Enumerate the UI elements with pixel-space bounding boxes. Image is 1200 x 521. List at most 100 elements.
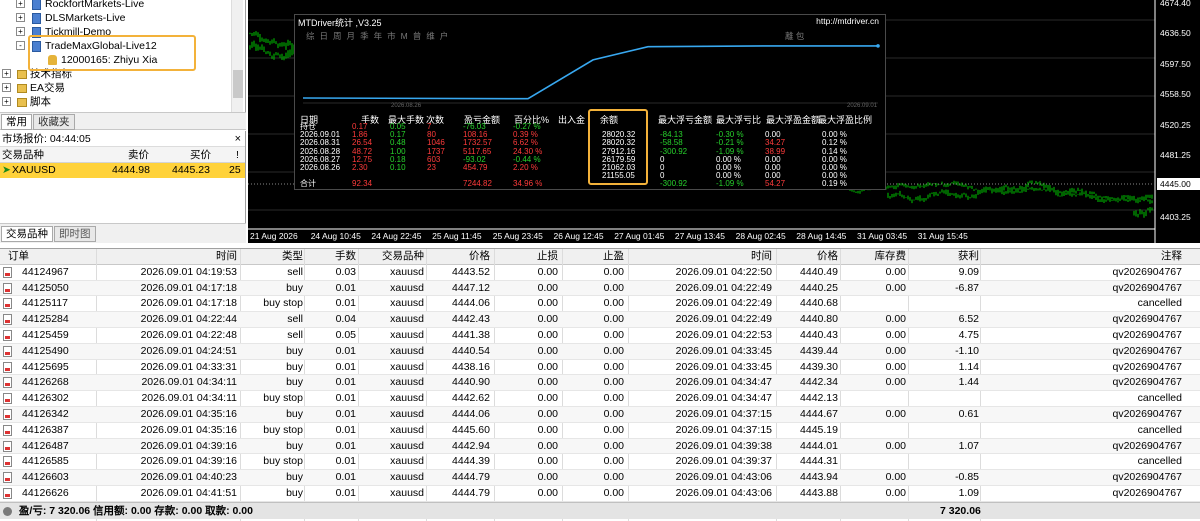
market-watch-title-text: 市场报价: 04:44:05 bbox=[2, 133, 91, 145]
col-header-lots[interactable]: 手数 bbox=[308, 249, 356, 265]
cell-sl: 0.00 bbox=[537, 313, 558, 326]
collapse-icon[interactable]: - bbox=[16, 41, 25, 50]
cell-profit: -6.87 bbox=[955, 281, 979, 294]
cell-open-price: 4441.38 bbox=[452, 329, 490, 341]
cell-order: 44126302 bbox=[22, 392, 69, 405]
market-watch-row-xauusd[interactable]: ➤ XAUUSD 4444.98 4445.23 25 bbox=[0, 163, 245, 178]
table-row[interactable]: 44126268 2026.09.01 04:34:11 buy 0.01 xauusd… bbox=[0, 375, 1200, 392]
cell-comment: cancelled bbox=[1137, 455, 1182, 468]
expand-icon[interactable]: + bbox=[2, 69, 11, 78]
table-row[interactable]: 44126302 2026.09.01 04:34:11 buy stop 0.01 x… bbox=[0, 391, 1200, 407]
cell-type: sell bbox=[287, 329, 303, 341]
col-header-tp[interactable]: 止盈 bbox=[566, 249, 624, 265]
cell-comment: cancelled bbox=[1137, 297, 1182, 310]
cell-lots: 0.03 bbox=[335, 265, 356, 278]
cell-type: buy bbox=[286, 408, 303, 420]
col-header-close-price[interactable]: 价格 bbox=[778, 249, 838, 265]
cell-open-time: 2026.09.01 04:17:18 bbox=[140, 281, 237, 294]
expand-icon[interactable]: + bbox=[2, 83, 11, 92]
expand-icon[interactable]: + bbox=[16, 13, 25, 22]
col-header-profit[interactable]: 获利 bbox=[912, 249, 979, 265]
navigator-broker[interactable]: + RockfortMarkets-Live bbox=[16, 0, 144, 11]
cell-lots: 0.01 bbox=[335, 281, 356, 294]
col-header-close-time[interactable]: 时间 bbox=[632, 249, 772, 265]
col-symbol[interactable]: 交易品种 bbox=[2, 147, 44, 163]
expand-icon[interactable]: + bbox=[2, 97, 11, 106]
tab-favorites[interactable]: 收藏夹 bbox=[33, 114, 75, 130]
overlay-link[interactable]: http://mtdriver.cn bbox=[816, 16, 879, 26]
navigator-group[interactable]: + 脚本 bbox=[2, 95, 51, 109]
market-watch-panel: 市场报价: 04:44:05 × 交易品种 卖价 买价 ! ➤ XAUUSD 4… bbox=[0, 131, 246, 243]
col-header-swap[interactable]: 库存费 bbox=[844, 249, 907, 265]
cell-comment: qv2026904767 bbox=[1112, 265, 1183, 278]
cell-comment: qv2026904767 bbox=[1112, 313, 1183, 326]
col-header-open-time[interactable]: 时间 bbox=[100, 249, 237, 265]
cell-close-price: 4440.43 bbox=[800, 329, 838, 341]
table-row[interactable]: 44125695 2026.09.01 04:33:31 buy 0.01 xauusd… bbox=[0, 360, 1200, 376]
col-spread[interactable]: ! bbox=[236, 147, 239, 163]
cell-close-time: 2026.09.01 04:39:37 bbox=[675, 455, 772, 468]
stats-cell-pnl: 7244.82 bbox=[463, 179, 492, 189]
col-ask[interactable]: 买价 bbox=[190, 147, 211, 163]
cell-close-price: 4443.94 bbox=[800, 471, 838, 484]
stats-cell-date: 合计 bbox=[300, 179, 316, 189]
cell-sl: 0.00 bbox=[537, 376, 558, 389]
navigator-scrollbar[interactable] bbox=[231, 0, 243, 112]
table-row[interactable]: 44124967 2026.09.01 04:19:53 sell 0.03 xauus… bbox=[0, 265, 1200, 281]
time-tick-label: 24 Aug 22:45 bbox=[371, 231, 422, 241]
stats-cell-max-float-profit: 54.27 bbox=[765, 179, 786, 189]
stats-header: 最大浮亏比 bbox=[716, 115, 762, 125]
summary-icon bbox=[3, 506, 12, 516]
col-header-order[interactable]: 订单 bbox=[8, 249, 78, 265]
table-row[interactable]: 44126585 2026.09.01 04:39:16 buy stop 0.01 x… bbox=[0, 454, 1200, 471]
cell-comment: cancelled bbox=[1137, 423, 1182, 436]
cell-close-time: 2026.09.01 04:33:45 bbox=[675, 360, 772, 373]
col-header-comment[interactable]: 注释 bbox=[984, 249, 1182, 265]
market-watch-title: 市场报价: 04:44:05 × bbox=[0, 131, 245, 147]
cell-sl: 0.00 bbox=[537, 344, 558, 357]
cell-sl: 0.00 bbox=[537, 455, 558, 468]
tab-common[interactable]: 常用 bbox=[1, 114, 32, 130]
table-row[interactable]: 44125117 2026.09.01 04:17:18 buy stop 0.01 x… bbox=[0, 296, 1200, 313]
tab-tick-chart[interactable]: 即时图 bbox=[54, 226, 96, 242]
table-row[interactable]: 44126487 2026.09.01 04:39:16 buy 0.01 xauusd… bbox=[0, 438, 1200, 455]
table-row[interactable]: 44126603 2026.09.01 04:40:23 buy 0.01 xauusd… bbox=[0, 470, 1200, 486]
cell-profit: 1.44 bbox=[958, 376, 979, 389]
col-header-symbol[interactable]: 交易品种 bbox=[362, 249, 424, 265]
order-icon bbox=[3, 393, 12, 405]
expand-icon[interactable]: + bbox=[16, 0, 25, 8]
table-row[interactable]: 44125459 2026.09.01 04:22:48 sell 0.05 xauus… bbox=[0, 328, 1200, 344]
col-header-type[interactable]: 类型 bbox=[240, 249, 303, 265]
tab-symbols[interactable]: 交易品种 bbox=[1, 226, 53, 242]
footer-summary: 盈/亏: 7 320.06 信用额: 0.00 存款: 0.00 取款: 0.0… bbox=[18, 505, 253, 517]
cell-order: 44126585 bbox=[22, 455, 69, 468]
cell-symbol: xauusd bbox=[390, 281, 424, 294]
cell-close-price: 4440.80 bbox=[800, 313, 838, 326]
cell-close-price: 4443.88 bbox=[800, 487, 838, 499]
col-bid[interactable]: 卖价 bbox=[128, 147, 149, 163]
cell-swap: 0.00 bbox=[885, 487, 906, 499]
col-header-sl[interactable]: 止损 bbox=[498, 249, 558, 265]
expand-icon[interactable]: + bbox=[16, 27, 25, 36]
close-icon[interactable]: × bbox=[235, 131, 241, 147]
cell-tp: 0.00 bbox=[603, 487, 624, 499]
table-row[interactable]: 44125284 2026.09.01 04:22:44 sell 0.04 xauus… bbox=[0, 312, 1200, 328]
col-header-open-price[interactable]: 价格 bbox=[430, 249, 490, 265]
table-row[interactable]: 44126342 2026.09.01 04:35:16 buy 0.01 xauusd… bbox=[0, 407, 1200, 423]
navigator-broker[interactable]: + DLSMarkets-Live bbox=[16, 11, 126, 25]
cell-lots: 0.01 bbox=[335, 455, 356, 468]
order-icon bbox=[3, 282, 12, 294]
cell-tp: 0.00 bbox=[603, 313, 624, 326]
table-row[interactable]: 44126387 2026.09.01 04:35:16 buy stop 0.01 x… bbox=[0, 423, 1200, 439]
cell-type: buy bbox=[286, 360, 303, 373]
cell-open-time: 2026.09.01 04:19:53 bbox=[140, 265, 237, 278]
cell-sl: 0.00 bbox=[537, 297, 558, 310]
table-row[interactable]: 44125490 2026.09.01 04:24:51 buy 0.01 xauusd… bbox=[0, 343, 1200, 360]
navigator-group[interactable]: + EA交易 bbox=[2, 81, 65, 95]
cell-tp: 0.00 bbox=[603, 455, 624, 468]
server-icon bbox=[32, 12, 41, 24]
table-row[interactable]: 44126626 2026.09.01 04:41:51 buy 0.01 xauusd… bbox=[0, 486, 1200, 502]
table-row[interactable]: 44125050 2026.09.01 04:17:18 buy 0.01 xauusd… bbox=[0, 280, 1200, 297]
cell-symbol: xauusd bbox=[390, 455, 424, 468]
trade-history-table: 订单 时间 类型 手数 交易品种 价格 止损 止盈 时间 价格 库存费 获利 注释/44124967 20… bbox=[0, 248, 1200, 521]
